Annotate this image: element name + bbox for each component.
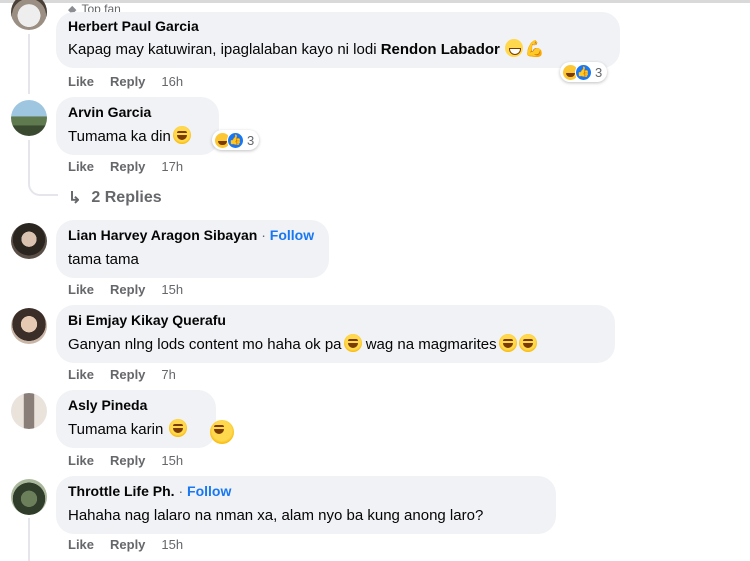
- comment-text: Hahaha nag lalaro na nman xa, alam nyo b…: [68, 507, 484, 524]
- replies-label[interactable]: 2 Replies: [91, 189, 161, 207]
- comment-bubble: Herbert Paul Garcia Kapag may katuwiran,…: [56, 12, 620, 68]
- like-button[interactable]: Like: [68, 537, 94, 552]
- comment-text-part-1: Ganyan nlng lods content mo haha ok pa: [68, 336, 342, 353]
- author-name[interactable]: Herbert Paul Garcia: [68, 18, 199, 34]
- follow-button[interactable]: Follow: [187, 483, 231, 499]
- comment-text-part-2: wag na magmarites: [361, 336, 497, 353]
- comment-bubble: Throttle Life Ph. · Follow Hahaha nag la…: [56, 476, 556, 534]
- comment-actions: Like Reply 15h: [68, 282, 183, 297]
- comment-text: Ganyan nlng lods content mo haha ok pa w…: [68, 334, 603, 356]
- comment-text-body: Tumama ka din: [68, 128, 171, 145]
- like-reaction-icon: 👍: [227, 131, 244, 149]
- like-reaction-icon: 👍: [575, 63, 592, 81]
- reply-button[interactable]: Reply: [110, 282, 145, 297]
- like-button[interactable]: Like: [68, 74, 94, 89]
- reply-button[interactable]: Reply: [110, 74, 145, 89]
- timestamp[interactable]: 15h: [161, 537, 183, 552]
- comment-actions: Like Reply 15h: [68, 537, 183, 552]
- comment-actions: Like Reply 15h: [68, 453, 183, 468]
- author-name[interactable]: Arvin Garcia: [68, 104, 151, 120]
- timestamp[interactable]: 15h: [161, 453, 183, 468]
- comment-text-body: Tumama karin: [68, 421, 168, 438]
- author-name[interactable]: Lian Harvey Aragon Sibayan: [68, 227, 257, 243]
- view-replies-link[interactable]: ↳ 2 Replies: [68, 188, 162, 208]
- author-name[interactable]: Bi Emjay Kikay Querafu: [68, 312, 226, 328]
- author-name[interactable]: Asly Pineda: [68, 397, 147, 413]
- reaction-summary[interactable]: 👍 3: [560, 62, 608, 82]
- separator-dot: ·: [178, 483, 184, 499]
- avatar[interactable]: [11, 479, 47, 515]
- reply-thread-curve: [28, 178, 58, 196]
- follow-button[interactable]: Follow: [270, 227, 314, 243]
- reply-button[interactable]: Reply: [110, 453, 145, 468]
- like-button[interactable]: Like: [68, 453, 94, 468]
- reaction-count: 3: [595, 64, 603, 80]
- comment-bubble: Asly Pineda Tumama karin: [56, 390, 216, 448]
- flexed-biceps-emoji: 💪: [524, 41, 545, 58]
- thread-line: [28, 518, 30, 561]
- avatar[interactable]: [11, 393, 47, 429]
- avatar[interactable]: [11, 223, 47, 259]
- mentioned-name[interactable]: Rendon Labador: [381, 41, 500, 58]
- author-name[interactable]: Throttle Life Ph.: [68, 483, 175, 499]
- avatar[interactable]: [11, 308, 47, 344]
- like-button[interactable]: Like: [68, 367, 94, 382]
- timestamp[interactable]: 16h: [161, 74, 183, 89]
- rofl-emoji: [518, 334, 537, 352]
- comment-actions: Like Reply 7h: [68, 367, 176, 382]
- like-button[interactable]: Like: [68, 159, 94, 174]
- comment-text: Tumama ka din: [68, 126, 207, 148]
- comment-text: tama tama: [68, 251, 139, 268]
- rofl-emoji: [498, 334, 517, 352]
- separator-dot: ·: [261, 227, 266, 243]
- thread-line: [28, 34, 30, 94]
- reply-button[interactable]: Reply: [110, 537, 145, 552]
- comment-text: Tumama karin: [68, 419, 204, 441]
- like-button[interactable]: Like: [68, 282, 94, 297]
- standalone-laughing-emoji: [210, 420, 234, 444]
- comment-bubble: Lian Harvey Aragon Sibayan · Follow tama…: [56, 220, 329, 278]
- comment-bubble: Arvin Garcia Tumama ka din: [56, 97, 219, 155]
- avatar[interactable]: [11, 100, 47, 136]
- reply-button[interactable]: Reply: [110, 159, 145, 174]
- comment-actions: Like Reply 17h: [68, 159, 183, 174]
- comment-actions: Like Reply 16h: [68, 74, 183, 89]
- reply-arrow-icon: ↳: [68, 190, 82, 207]
- timestamp[interactable]: 15h: [161, 282, 183, 297]
- thread-line: [28, 140, 30, 180]
- comment-text-prefix: Kapag may katuwiran, ipaglalaban kayo ni…: [68, 41, 381, 58]
- grin-emoji: [504, 39, 523, 57]
- timestamp[interactable]: 17h: [161, 159, 183, 174]
- laughing-emoji: [169, 419, 188, 437]
- reply-button[interactable]: Reply: [110, 367, 145, 382]
- comment-bubble: Bi Emjay Kikay Querafu Ganyan nlng lods …: [56, 305, 615, 363]
- rofl-emoji: [343, 334, 362, 352]
- timestamp[interactable]: 7h: [161, 367, 175, 382]
- avatar[interactable]: [11, 0, 47, 30]
- reaction-summary[interactable]: 👍 3: [212, 130, 260, 150]
- comment-text: Kapag may katuwiran, ipaglalaban kayo ni…: [68, 39, 608, 61]
- rofl-emoji: [172, 126, 191, 144]
- reaction-count: 3: [247, 132, 255, 148]
